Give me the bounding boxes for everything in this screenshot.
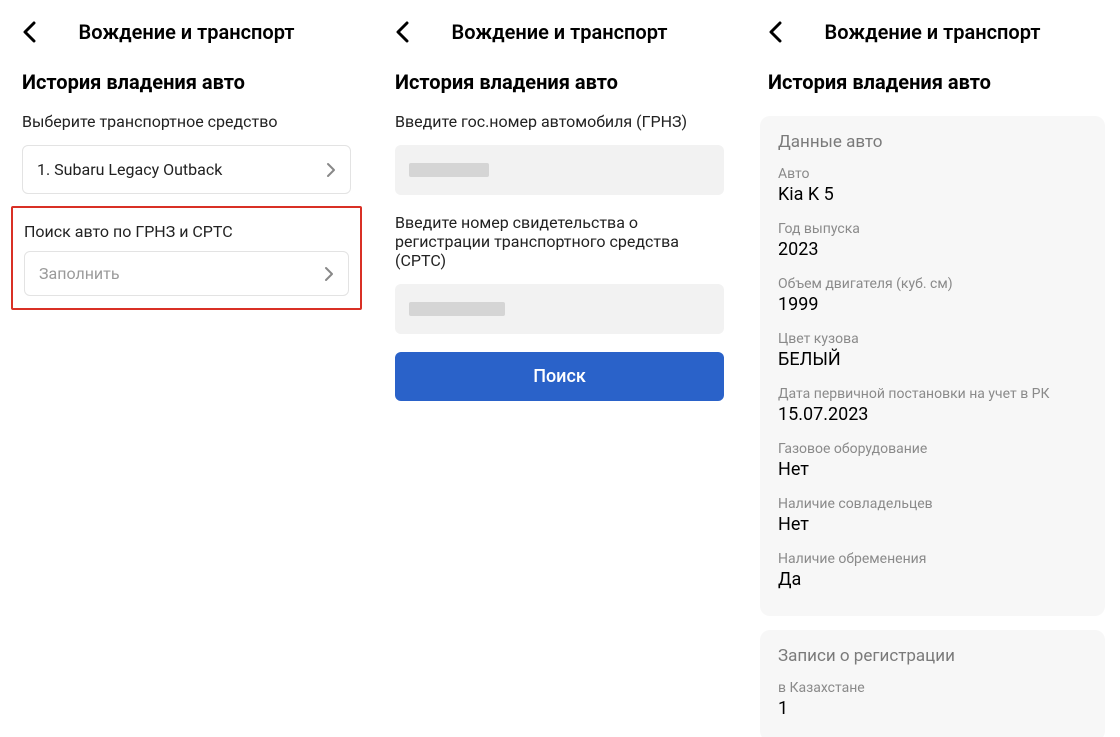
- data-row: Объем двигателя (куб. см) 1999: [778, 276, 1087, 315]
- data-label: Объем двигателя (куб. см): [778, 276, 1087, 292]
- grnz-label: Введите гос.номер автомобиля (ГРНЗ): [373, 104, 746, 137]
- fill-button[interactable]: Заполнить: [24, 251, 349, 296]
- vehicle-select-label: Выберите транспортное средство: [0, 104, 373, 137]
- card-title: Записи о регистрации: [778, 646, 1087, 666]
- vehicle-select-value: 1. Subaru Legacy Outback: [37, 160, 222, 179]
- vehicle-select[interactable]: 1. Subaru Legacy Outback: [22, 145, 351, 194]
- data-label: Авто: [778, 166, 1087, 182]
- data-label: Газовое оборудование: [778, 441, 1087, 457]
- search-section-highlight: Поиск авто по ГРНЗ и СРТС Заполнить: [11, 206, 362, 310]
- data-value: Kia K 5: [778, 184, 1087, 205]
- data-row: Цвет кузова БЕЛЫЙ: [778, 331, 1087, 370]
- data-row: Авто Kia K 5: [778, 166, 1087, 205]
- header: Вождение и транспорт: [746, 0, 1119, 64]
- registration-records-card: Записи о регистрации в Казахстане 1: [760, 630, 1105, 737]
- page-title: Вождение и транспорт: [395, 20, 724, 44]
- chevron-right-icon: [326, 162, 336, 178]
- data-value: 1999: [778, 294, 1087, 315]
- data-value: 15.07.2023: [778, 404, 1087, 425]
- back-icon[interactable]: [22, 21, 38, 43]
- page-title: Вождение и транспорт: [768, 20, 1097, 44]
- back-icon[interactable]: [395, 21, 411, 43]
- data-label: Год выпуска: [778, 221, 1087, 237]
- page-title: Вождение и транспорт: [22, 20, 351, 44]
- data-row: Наличие обременения Да: [778, 551, 1087, 590]
- srts-input[interactable]: [395, 284, 724, 334]
- data-value: Нет: [778, 459, 1087, 480]
- data-label: в Казахстане: [778, 680, 1087, 696]
- data-row: Год выпуска 2023: [778, 221, 1087, 260]
- data-value: Да: [778, 569, 1087, 590]
- fill-text: Заполнить: [39, 264, 120, 283]
- data-label: Цвет кузова: [778, 331, 1087, 347]
- data-value: БЕЛЫЙ: [778, 349, 1087, 370]
- data-label: Наличие обременения: [778, 551, 1087, 567]
- section-title: История владения авто: [373, 64, 746, 104]
- data-row: в Казахстане 1: [778, 680, 1087, 719]
- data-value: Нет: [778, 514, 1087, 535]
- vehicle-data-card: Данные авто Авто Kia K 5 Год выпуска 2023 Об…: [760, 116, 1105, 616]
- data-row: Газовое оборудование Нет: [778, 441, 1087, 480]
- card-title: Данные авто: [778, 132, 1087, 152]
- search-button[interactable]: Поиск: [395, 352, 724, 401]
- chevron-right-icon: [324, 266, 334, 282]
- header: Вождение и транспорт: [0, 0, 373, 64]
- data-row: Наличие совладельцев Нет: [778, 496, 1087, 535]
- search-label: Поиск авто по ГРНЗ и СРТС: [24, 214, 349, 247]
- section-title: История владения авто: [746, 64, 1119, 104]
- data-label: Наличие совладельцев: [778, 496, 1087, 512]
- srts-label: Введите номер свидетельства о регистраци…: [373, 205, 746, 276]
- input-placeholder-icon: [409, 163, 489, 177]
- data-row: Дата первичной постановки на учет в РК 15…: [778, 386, 1087, 425]
- back-icon[interactable]: [768, 21, 784, 43]
- input-placeholder-icon: [409, 302, 505, 316]
- grnz-input[interactable]: [395, 145, 724, 195]
- data-value: 1: [778, 698, 1087, 719]
- data-label: Дата первичной постановки на учет в РК: [778, 386, 1087, 402]
- header: Вождение и транспорт: [373, 0, 746, 64]
- data-value: 2023: [778, 239, 1087, 260]
- section-title: История владения авто: [0, 64, 373, 104]
